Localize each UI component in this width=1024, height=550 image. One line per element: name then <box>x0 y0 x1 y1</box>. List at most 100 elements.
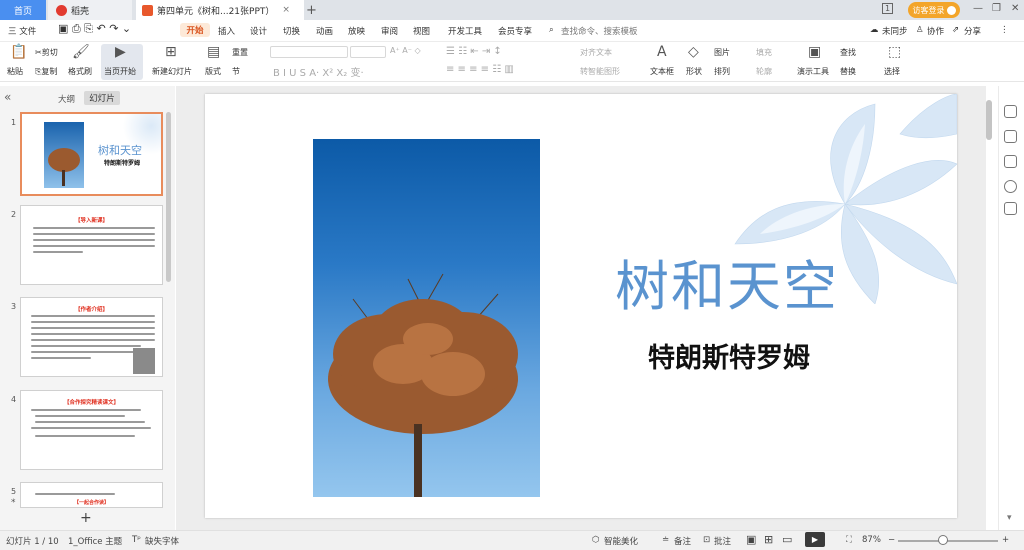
section-button[interactable]: 节 <box>232 66 240 77</box>
smart-graphic-button[interactable]: 转智能图形 <box>580 66 620 77</box>
comments-button[interactable]: 批注 <box>714 535 731 547</box>
zoom-level[interactable]: 87% <box>862 535 881 545</box>
thumb-photo <box>44 122 84 188</box>
paste-button[interactable]: 粘贴 <box>7 66 23 77</box>
fit-window-icon[interactable]: ⛶ <box>846 535 852 545</box>
slide-thumbnail-3[interactable]: 【作者介绍】 <box>20 297 163 377</box>
normal-view-icon[interactable]: ▣ <box>746 533 756 546</box>
new-slide-icon: ⊞ <box>165 44 177 60</box>
zoom-slider-handle[interactable] <box>938 535 948 545</box>
add-slide-button[interactable]: + <box>80 510 92 526</box>
window-count-badge[interactable]: 1 <box>882 3 894 14</box>
smart-beautify-button[interactable]: 智能美化 <box>604 535 638 547</box>
reset-button[interactable]: 重置 <box>232 47 248 58</box>
tab-home[interactable]: 首页 <box>0 0 46 20</box>
more-icon[interactable]: ⋮ <box>1000 25 1009 35</box>
tab-slides[interactable]: 幻灯片 <box>84 91 120 105</box>
property-icon[interactable] <box>1004 105 1017 118</box>
slide-thumbnail-1[interactable]: 树和天空 特朗斯特罗姆 <box>20 112 163 196</box>
picture-button[interactable]: 图片 <box>714 47 730 58</box>
font-size-select[interactable] <box>350 46 386 58</box>
select-button[interactable]: 选择 <box>884 66 900 77</box>
missing-font-button[interactable]: 缺失字体 <box>145 535 179 547</box>
slide-thumbnail-5[interactable]: 【一起合作读】 <box>20 482 163 508</box>
fill-button[interactable]: 填充 <box>756 47 772 58</box>
theme-name[interactable]: 1_Office 主题 <box>68 535 122 547</box>
play-slideshow-button[interactable]: ▶ <box>805 532 825 547</box>
textbox-button[interactable]: 文本框 <box>650 66 674 77</box>
font-family-select[interactable] <box>270 46 348 58</box>
minimize-icon[interactable]: — <box>973 3 983 14</box>
notes-button[interactable]: 备注 <box>674 535 691 547</box>
editor-scrollbar[interactable] <box>986 100 992 140</box>
find-button[interactable]: 查找 <box>840 47 856 58</box>
tab-outline[interactable]: 大纲 <box>58 93 75 105</box>
menu-developer[interactable]: 开发工具 <box>448 25 482 37</box>
current-start-button[interactable]: ▶ 当页开始 <box>101 44 143 80</box>
quick-access-icons[interactable]: ▣ ⎙ ⎘ ↶ ↷ ⌄ <box>58 22 131 36</box>
command-search[interactable]: 查找命令、搜索模板 <box>561 25 638 37</box>
slide-thumbnail-2[interactable]: 【导入新课】 <box>20 205 163 285</box>
font-size-buttons[interactable]: A⁺ A⁻ ◇ <box>390 46 421 55</box>
sorter-view-icon[interactable]: ⊞ <box>764 533 773 546</box>
zoom-in-icon[interactable]: + <box>1002 535 1009 545</box>
menu-animation[interactable]: 动画 <box>316 25 333 37</box>
slide-title[interactable]: 树和天空 <box>615 242 839 321</box>
cut-button[interactable]: ✂剪切 <box>35 47 58 58</box>
presenter-tools-icon: ▣ <box>808 44 822 60</box>
new-tab-button[interactable]: + <box>306 0 320 20</box>
copy-button[interactable]: ⎘复制 <box>35 66 57 77</box>
list-buttons[interactable]: ☰ ☷ ⇤ ⇥ ↕ <box>446 46 502 57</box>
thumb-subtitle: 特朗斯特罗姆 <box>104 160 141 167</box>
replace-button[interactable]: 替换 <box>840 66 856 77</box>
menu-bar: 三 文件 ▣ ⎙ ⎘ ↶ ↷ ⌄ 开始 插入 设计 切换 动画 放映 审阅 视图… <box>0 20 1024 42</box>
menu-design[interactable]: 设计 <box>250 25 267 37</box>
scroll-down-icon[interactable]: ▾ <box>1007 513 1012 523</box>
collapse-panel-icon[interactable]: « <box>4 90 11 104</box>
outline-button[interactable]: 轮廓 <box>756 66 772 77</box>
close-tab-icon[interactable]: × <box>282 5 290 15</box>
shape-button[interactable]: 形状 <box>686 66 702 77</box>
transition-icon[interactable] <box>1004 155 1017 168</box>
menu-slideshow[interactable]: 放映 <box>348 25 365 37</box>
help-icon[interactable] <box>1004 180 1017 193</box>
align-buttons[interactable]: ≡ ≡ ≡ ≡ ☷ ▥ <box>446 64 514 75</box>
visitor-login-button[interactable]: 访客登录 <box>908 2 960 18</box>
menu-view[interactable]: 视图 <box>413 25 430 37</box>
slide-thumbnail-4[interactable]: 【合作探究精读课文】 <box>20 390 163 470</box>
file-menu[interactable]: 三 文件 <box>8 25 36 37</box>
tab-document[interactable]: 第四单元《树和...21张PPT） × <box>136 0 304 20</box>
current-slide[interactable]: 树和天空 特朗斯特罗姆 <box>205 94 957 518</box>
copy-label: 复制 <box>41 67 58 76</box>
new-slide-button[interactable]: 新建幻灯片 <box>152 66 192 77</box>
share-button[interactable]: 分享 <box>964 25 981 37</box>
slide-author[interactable]: 特朗斯特罗姆 <box>648 336 810 375</box>
layout-button[interactable]: 版式 <box>205 66 221 77</box>
backup-icon[interactable] <box>1004 202 1017 215</box>
tree-photo[interactable] <box>313 139 540 497</box>
menu-review[interactable]: 审阅 <box>381 25 398 37</box>
align-text-button[interactable]: 对齐文本 <box>580 47 612 58</box>
menu-member[interactable]: 会员专享 <box>498 25 532 37</box>
collab-button[interactable]: 协作 <box>927 25 944 37</box>
menu-start[interactable]: 开始 <box>180 23 210 37</box>
thumb-title: 【一起合作读】 <box>73 500 109 506</box>
comments-icon: ⊡ <box>703 535 711 545</box>
presenter-tools-button[interactable]: 演示工具 <box>797 66 829 77</box>
menu-insert[interactable]: 插入 <box>218 25 235 37</box>
select-icon: ⬚ <box>888 44 902 60</box>
sync-status[interactable]: 未同步 <box>882 25 908 37</box>
text-style-buttons[interactable]: B I U S A· X² X₂ 变· <box>273 64 364 79</box>
format-painter-button[interactable]: 格式刷 <box>68 66 92 77</box>
menu-transition[interactable]: 切换 <box>283 25 300 37</box>
arrange-button[interactable]: 排列 <box>714 66 730 77</box>
close-window-icon[interactable]: ✕ <box>1011 3 1019 14</box>
panel-scrollbar[interactable] <box>166 112 171 282</box>
zoom-slider[interactable] <box>898 540 998 542</box>
ribbon: 📋 粘贴 ✂剪切 ⎘复制 🖌 格式刷 ▶ 当页开始 ⊞ 新建幻灯片 ▤ 版式 重… <box>0 42 1024 82</box>
restore-icon[interactable]: ❐ <box>992 3 1001 14</box>
animation-pane-icon[interactable] <box>1004 130 1017 143</box>
tab-daoke[interactable]: 稻壳 <box>48 0 132 20</box>
zoom-out-icon[interactable]: − <box>888 535 895 545</box>
reading-view-icon[interactable]: ▭ <box>782 533 792 546</box>
